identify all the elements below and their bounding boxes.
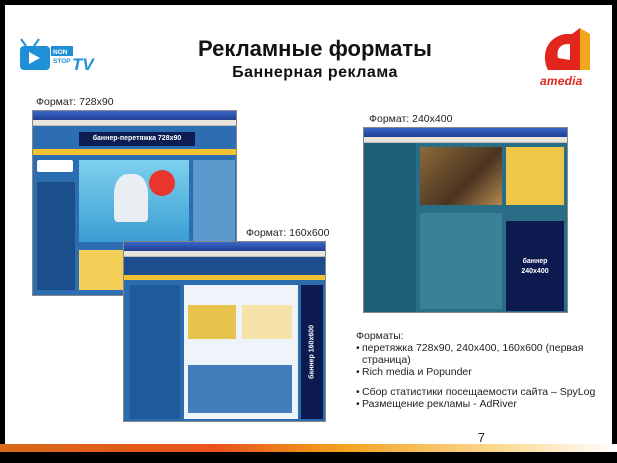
website-view: баннер 240х400 bbox=[364, 143, 567, 312]
slide-title: Рекламные форматы bbox=[198, 36, 432, 61]
bottom-bar bbox=[0, 452, 617, 463]
banner-240x400-label: баннер 240х400 bbox=[521, 258, 549, 275]
caption-160x600: Формат: 160х600 bbox=[246, 227, 330, 239]
list-item: Rich media и Popunder bbox=[356, 366, 606, 378]
caption-728x90: Формат: 728х90 bbox=[36, 96, 114, 108]
site-header bbox=[124, 257, 325, 275]
list-item: перетяжка 728х90, 240х400, 160х600 (перв… bbox=[356, 342, 606, 366]
formats-list: Форматы: перетяжка 728х90, 240х400, 160х… bbox=[356, 330, 606, 410]
hero-image bbox=[79, 160, 189, 242]
svg-text:NON: NON bbox=[53, 49, 68, 56]
screenshot-240x400: баннер 240х400 bbox=[363, 127, 568, 313]
svg-text:TV: TV bbox=[72, 55, 95, 74]
banner-728x90: баннер-перетяжка 728х90 bbox=[79, 132, 195, 146]
cartoon-image bbox=[188, 305, 236, 339]
slide-subtitle: Баннерная реклама bbox=[232, 64, 398, 81]
window-titlebar bbox=[364, 128, 567, 137]
left-column bbox=[37, 182, 75, 290]
hero-figure bbox=[114, 174, 148, 222]
svg-text:STOP: STOP bbox=[53, 58, 71, 65]
hero-badge bbox=[149, 170, 175, 196]
list-item: Сбор статистики посещаемости сайта – Spy… bbox=[356, 386, 606, 398]
photo-block bbox=[420, 147, 502, 205]
text-block bbox=[420, 213, 502, 309]
amedia-wordmark: amedia bbox=[540, 74, 583, 88]
right-tiles bbox=[506, 147, 564, 205]
site-nav bbox=[124, 275, 325, 280]
news-block bbox=[188, 365, 292, 413]
formats-title: Форматы: bbox=[356, 330, 404, 342]
bottom-gradient-stripe bbox=[0, 444, 617, 452]
page-number: 7 bbox=[477, 430, 485, 445]
site-nav bbox=[33, 149, 236, 155]
website-view: баннер 160х600 bbox=[124, 257, 325, 421]
left-column bbox=[130, 285, 180, 419]
center-content bbox=[184, 285, 298, 419]
caption-240x400: Формат: 240х400 bbox=[369, 113, 453, 125]
banner-160x600-label: баннер 160х600 bbox=[308, 324, 316, 380]
window-titlebar bbox=[124, 242, 325, 251]
banner-160x600: баннер 160х600 bbox=[301, 285, 323, 419]
window-titlebar bbox=[33, 111, 236, 120]
cartoon-image bbox=[242, 305, 292, 339]
left-menu bbox=[364, 143, 416, 312]
banner-240x400: баннер 240х400 bbox=[506, 221, 564, 311]
list-item: Размещение рекламы - AdRiver bbox=[356, 398, 606, 410]
screenshot-160x600: баннер 160х600 bbox=[123, 241, 326, 422]
site-logo bbox=[37, 160, 73, 172]
nonstop-tv-logo: NON STOP TV bbox=[20, 38, 95, 74]
